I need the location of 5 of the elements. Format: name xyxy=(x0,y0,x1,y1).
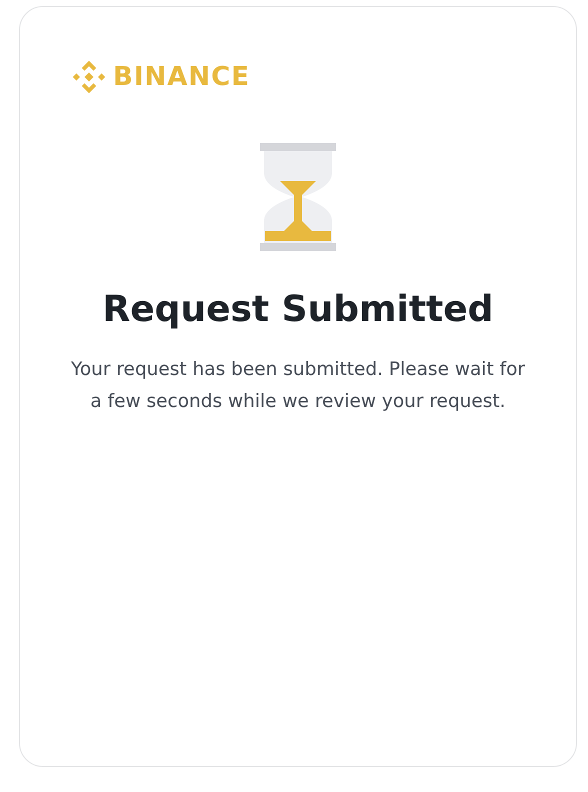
diamond-logo-icon xyxy=(71,59,107,95)
message-text: Your request has been submitted. Please wait for a few seconds while we review your request. xyxy=(70,358,526,414)
brand-name: BINANCE xyxy=(113,62,250,92)
hourglass-icon xyxy=(260,143,336,251)
page-title: Request Submitted xyxy=(102,289,494,330)
